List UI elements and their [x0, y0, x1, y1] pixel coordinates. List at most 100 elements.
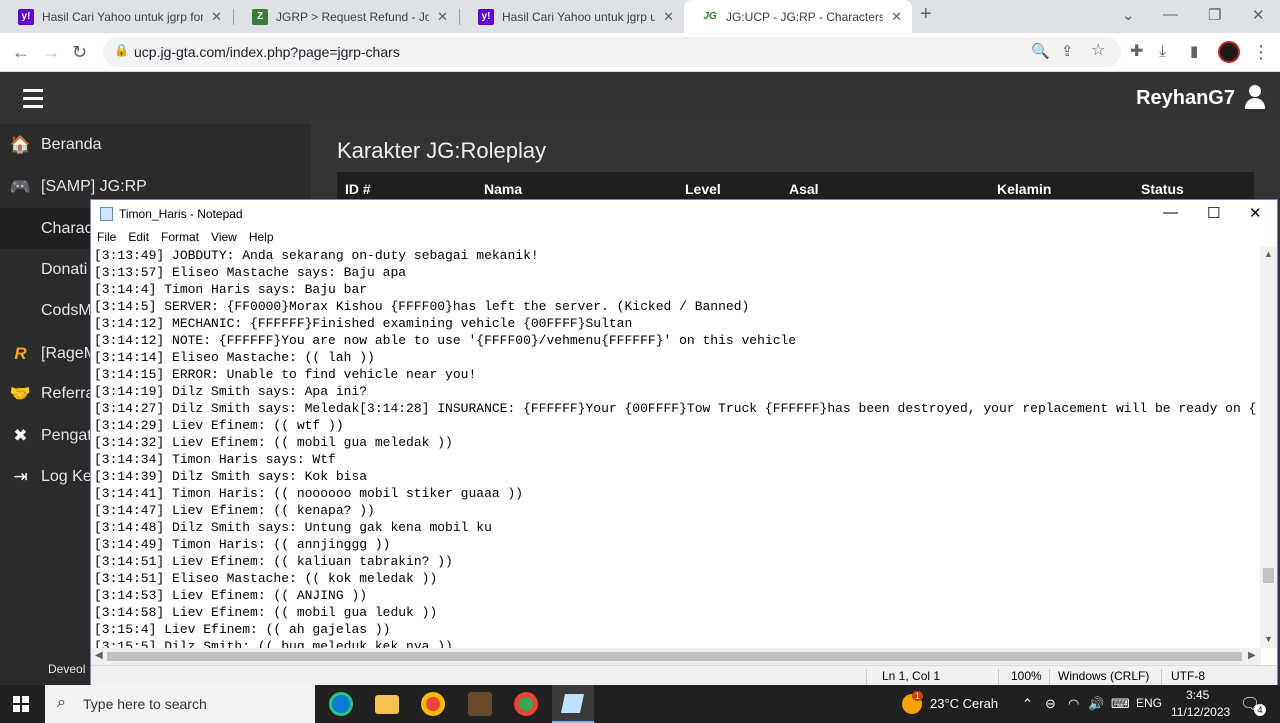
scroll-up-icon[interactable]: ▲ — [1264, 249, 1273, 259]
notepad-taskbar-button[interactable] — [552, 685, 594, 723]
tray-chevron-icon[interactable]: ⌃ — [1022, 696, 1033, 712]
hamburger-menu-icon[interactable] — [23, 89, 43, 113]
tab-search-icon[interactable]: ⌄ — [1122, 6, 1135, 24]
browser-tab-jg-ucp-characters[interactable]: JG JG:UCP - JG:RP - Characters ✕ — [684, 0, 912, 33]
sidebar-footer: Deveol — [48, 662, 86, 676]
scroll-thumb[interactable] — [1263, 568, 1274, 583]
horizontal-scrollbar[interactable]: ◀ ▶ — [91, 648, 1261, 665]
windows-start-icon[interactable] — [13, 696, 29, 712]
volume-icon[interactable]: 🔊 — [1088, 696, 1104, 712]
notepad-statusbar: Ln 1, Col 1 100% Windows (CRLF) UTF-8 — [91, 665, 1277, 685]
tray-app-icon[interactable]: ⊖ — [1045, 696, 1056, 712]
minimize-icon[interactable]: — — [1163, 6, 1178, 23]
sidebar-item-label: [SAMP] JG:RP — [41, 177, 147, 195]
browser-tab-jgrp-refund[interactable]: Z JGRP > Request Refund - Jogjag ✕ — [234, 0, 458, 33]
file-explorer-icon[interactable] — [375, 695, 399, 714]
notification-count: 4 — [1254, 704, 1266, 716]
game-icon[interactable] — [468, 692, 492, 716]
close-tab-icon[interactable]: ✕ — [663, 9, 674, 25]
zoom-level: 100% — [1011, 669, 1042, 683]
hscroll-thumb[interactable] — [107, 652, 1242, 661]
column-header-asal: Asal — [789, 181, 819, 197]
sidebar-item-label: Log Ke — [41, 467, 92, 485]
clock-date[interactable]: 11/12/2023 — [1171, 705, 1230, 719]
menu-icon[interactable]: ⋮ — [1252, 41, 1270, 63]
notepad-minimize-icon[interactable]: — — [1163, 204, 1178, 221]
tools-icon: ✖ — [13, 425, 28, 445]
cursor-position: Ln 1, Col 1 — [882, 669, 941, 683]
menu-file[interactable]: File — [91, 228, 122, 246]
sidebar-item-label: Referra — [41, 384, 95, 402]
notepad-text-area[interactable]: [3:13:49] JOBDUTY: Anda sekarang on-duty… — [94, 247, 1256, 648]
tab-label: JG:UCP - JG:RP - Characters — [726, 9, 884, 24]
samp-icon: 🎮 — [9, 176, 32, 196]
new-tab-button[interactable]: + — [920, 3, 932, 26]
close-window-icon[interactable]: ✕ — [1252, 6, 1265, 24]
scroll-down-icon[interactable]: ▼ — [1264, 634, 1273, 644]
sidebar-item-label: CodsM — [41, 301, 92, 319]
notepad-maximize-icon[interactable]: ☐ — [1207, 204, 1220, 222]
notepad-window: Timon_Haris - Notepad — ☐ ✕ File Edit Fo… — [90, 199, 1278, 685]
sidebar-item-label: Beranda — [41, 135, 102, 153]
user-icon[interactable] — [1244, 85, 1266, 109]
tab-label: Hasil Cari Yahoo untuk jgrp foru — [42, 9, 204, 24]
back-icon[interactable]: ← — [12, 41, 30, 63]
sidebar-item-label: Donati — [41, 260, 88, 278]
browser-tab-yahoo-forum[interactable]: y! Hasil Cari Yahoo untuk jgrp foru ✕ — [0, 0, 232, 33]
column-header-id: ID # — [345, 181, 371, 197]
edge-icon[interactable] — [329, 692, 353, 716]
sidebar-item-beranda[interactable]: 🏠 Beranda — [0, 124, 311, 165]
column-header-kelamin: Kelamin — [997, 181, 1052, 197]
restore-icon[interactable]: ❐ — [1208, 6, 1221, 24]
notepad-text: [3:13:49] JOBDUTY: Anda sekarang on-duty… — [94, 248, 1256, 648]
encoding: UTF-8 — [1171, 669, 1205, 683]
wifi-icon[interactable]: ◠ — [1068, 696, 1079, 712]
handshake-icon: 🤝 — [9, 383, 32, 403]
notepad-close-icon[interactable]: ✕ — [1249, 204, 1262, 222]
profile-avatar[interactable] — [1218, 41, 1240, 63]
taskbar-search[interactable]: ⌕ Type here to search — [45, 685, 315, 723]
column-header-level: Level — [685, 181, 721, 197]
scroll-left-icon[interactable]: ◀ — [95, 650, 103, 661]
chrome-icon[interactable] — [421, 692, 445, 716]
share-icon[interactable]: ⇪ — [1061, 41, 1074, 63]
home-icon: 🏠 — [9, 134, 32, 154]
download-icon[interactable]: ⤓ — [1159, 41, 1166, 63]
language-indicator[interactable]: ENG — [1136, 696, 1162, 710]
sidebar-item-label: [RageM — [41, 344, 98, 362]
weather-text: 23°C Cerah — [930, 696, 999, 711]
ime-icon[interactable]: ⌨ — [1111, 696, 1130, 712]
side-panel-icon[interactable]: ▮ — [1190, 41, 1198, 63]
vertical-scrollbar[interactable]: ▲ ▼ — [1260, 247, 1277, 648]
lock-icon: 🔒 — [114, 43, 129, 57]
address-bar[interactable]: 🔒 ucp.jg-gta.com/index.php?page=jgrp-cha… — [103, 37, 1121, 67]
forward-icon[interactable]: → — [42, 41, 60, 63]
search-placeholder: Type here to search — [83, 696, 207, 712]
bookmark-star-icon[interactable]: ☆ — [1091, 40, 1105, 62]
username[interactable]: ReyhanG7 — [1136, 87, 1235, 110]
menu-view[interactable]: View — [205, 228, 243, 246]
zoom-icon[interactable]: 🔍 — [1031, 41, 1050, 63]
scroll-right-icon[interactable]: ▶ — [1248, 650, 1256, 661]
tab-label: JGRP > Request Refund - Jogjag — [276, 9, 430, 24]
clock-time[interactable]: 3:45 — [1186, 688, 1209, 702]
sidebar-item-label: Charac — [41, 219, 93, 237]
reload-icon[interactable]: ↻ — [72, 41, 87, 63]
menu-format[interactable]: Format — [155, 228, 205, 246]
notepad-menubar: File Edit Format View Help — [91, 228, 1277, 246]
close-tab-icon[interactable]: ✕ — [211, 9, 222, 25]
rage-icon: R — [14, 343, 27, 363]
notepad-title: Timon_Haris - Notepad — [119, 207, 243, 221]
close-tab-icon[interactable]: ✕ — [891, 9, 902, 25]
extensions-icon[interactable]: ✚ — [1130, 41, 1143, 63]
menu-help[interactable]: Help — [243, 228, 280, 246]
browser-tab-yahoo-ucp[interactable]: y! Hasil Cari Yahoo untuk jgrp ucp ✕ — [460, 0, 684, 33]
notepad-titlebar[interactable]: Timon_Haris - Notepad — ☐ ✕ — [91, 200, 1277, 228]
browser-tab-strip: y! Hasil Cari Yahoo untuk jgrp foru ✕ Z … — [0, 0, 1280, 33]
chrome-profile-icon[interactable] — [514, 692, 538, 716]
menu-edit[interactable]: Edit — [122, 228, 155, 246]
notepad-taskbar-icon — [560, 694, 585, 713]
jgrp-forum-icon: Z — [252, 8, 268, 25]
weather-badge: 1 — [912, 691, 924, 701]
close-tab-icon[interactable]: ✕ — [437, 9, 448, 25]
